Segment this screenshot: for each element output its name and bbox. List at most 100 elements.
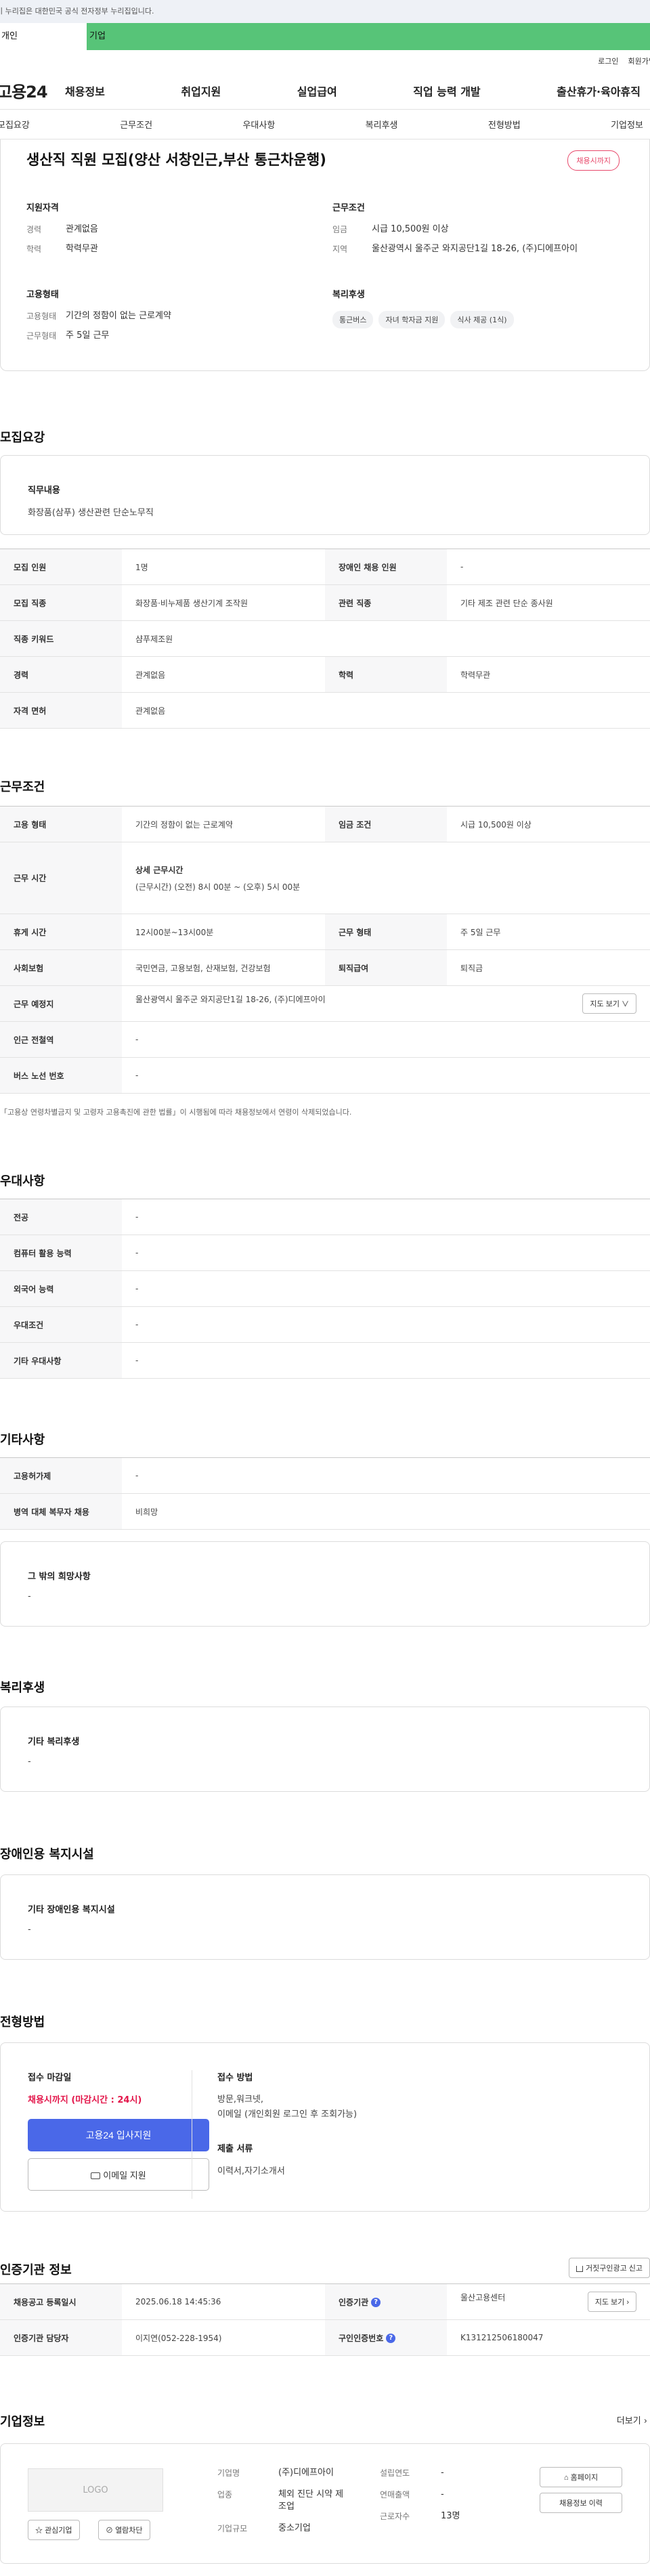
- cond-value: 울산광역시 울주군 와지공단1길 18-26, (주)디에프아이: [372, 244, 578, 254]
- false-ad-report-button[interactable]: 거짓구인광고 신고: [568, 2258, 650, 2278]
- emp-value: 기간의 정함이 없는 근로계약: [66, 311, 171, 321]
- welfare-summary-block: 복리후생 통근버스 자녀 학자금 지원 식사 제공 (1식): [332, 287, 514, 328]
- duty-box: 직무내용 화장품(삼푸) 생산관련 단순노무직: [0, 455, 650, 535]
- table-header-cell: 관련 직종: [325, 584, 447, 621]
- table-header-cell: 근무 예정지: [0, 985, 122, 1022]
- gnb-unemployment-benefit[interactable]: 실업급여: [297, 83, 337, 99]
- company-more-link[interactable]: 더보기 ›: [617, 2413, 647, 2426]
- table-cell: 퇴직금: [447, 949, 650, 986]
- homepage-button[interactable]: ⌂ 홈페이지: [540, 2467, 622, 2487]
- table-header-cell: 학력: [325, 656, 447, 693]
- conditions-block: 근무조건 임금 시급 10,500원 이상 지역 울산광역시 울주군 와지공단1길 …: [332, 200, 624, 263]
- qual-value: 학력무관: [66, 244, 98, 254]
- subnav-process[interactable]: 전형방법: [488, 118, 521, 131]
- welfare-chip: 식사 제공 (1식): [450, 311, 514, 328]
- gnb-skill-development[interactable]: 직업 능력 개발: [413, 83, 480, 99]
- tab-business[interactable]: 기업: [87, 23, 173, 50]
- docs-value: 이력서,자기소개서: [217, 2166, 285, 2176]
- welfare-box-value: -: [28, 1757, 31, 1767]
- work-location-value: 울산광역시 울주군 와지공단1길 18-26, (주)디에프아이: [135, 995, 326, 1004]
- agency-map-button[interactable]: 지도 보기 ›: [587, 2292, 636, 2312]
- cond-label: 지역: [332, 244, 348, 254]
- table-cell: 기간의 정함이 없는 근로계약: [122, 806, 325, 842]
- conditions-heading: 근무조건: [332, 203, 365, 213]
- subnav-welfare[interactable]: 복리후생: [366, 118, 398, 131]
- gnb-employment-support[interactable]: 취업지원: [181, 83, 221, 99]
- company-label: 기업규모: [217, 2524, 248, 2533]
- gnb-parental-leave[interactable]: 출산휴가·육아휴직: [557, 83, 641, 99]
- site-logo[interactable]: 고용24: [0, 79, 65, 102]
- table-header-cell: 모집 인원: [0, 549, 122, 585]
- favorite-company-button[interactable]: ☆ 관심기업: [28, 2520, 80, 2540]
- table-header-cell: 장애인 채용 인원: [325, 549, 447, 585]
- duty-heading: 직무내용: [28, 486, 60, 496]
- map-view-button[interactable]: 지도 보기 ∨: [582, 993, 636, 1014]
- help-icon[interactable]: ?: [371, 2298, 381, 2307]
- company-info-b: 설립연도 - 연매출액 - 근로자수 13명: [380, 2467, 460, 2532]
- welfare-section-title: 복리후생: [0, 1681, 45, 1695]
- table-header-cell: 외국어 능력: [0, 1270, 122, 1307]
- subnav-company[interactable]: 기업정보: [611, 118, 643, 131]
- report-label: 거짓구인광고 신고: [585, 2264, 643, 2273]
- section-subnav: 모집요강 근무조건 우대사항 복리후생 전형방법 기업정보: [0, 110, 650, 139]
- company-label: 설립연도: [380, 2468, 410, 2478]
- method-heading: 접수 방법: [217, 2073, 253, 2083]
- favorite-label: 관심기업: [45, 2527, 72, 2535]
- table-header-cell: 퇴직급여: [325, 949, 447, 986]
- subnav-work-conditions[interactable]: 근무조건: [120, 118, 152, 131]
- cond-value: 시급 10,500원 이상: [372, 224, 449, 234]
- tab-personal[interactable]: 개인: [0, 23, 87, 50]
- email-apply-button[interactable]: 이메일 지원: [28, 2158, 209, 2191]
- qualification-heading: 지원자격: [26, 203, 59, 213]
- table-cell: 울산광역시 울주군 와지공단1길 18-26, (주)디에프아이 지도 보기 ∨: [122, 985, 650, 1022]
- deadline-heading: 접수 마감일: [28, 2073, 72, 2083]
- agency-section-title: 인증기관 정보: [0, 2263, 72, 2277]
- subnav-recruit[interactable]: 모집요강: [0, 118, 30, 131]
- gnb-job-info[interactable]: 채용정보: [65, 83, 105, 99]
- emp-label: 고용형태: [26, 312, 57, 321]
- method-value: 방문,워크넷,: [217, 2095, 264, 2105]
- table-header-cell: 인증기관?: [325, 2283, 447, 2320]
- table-cell: 상세 근무시간 (근무시간) (오전) 8시 00분 ~ (오후) 5시 00분: [122, 842, 650, 914]
- work-section-title: 근무조건: [0, 780, 45, 794]
- table-row: 외국어 능력 -: [0, 1270, 650, 1307]
- table-cell: 국민연금, 고용보험, 산재보험, 건강보험: [122, 949, 325, 986]
- company-info-a: 기업명 (주)디에프아이 업종 체외 진단 시약 제조업 기업규모 중소기업: [217, 2467, 346, 2544]
- block-view-button[interactable]: ⊘ 열람차단: [98, 2520, 150, 2540]
- company-value: 체외 진단 시약 제조업: [278, 2489, 344, 2512]
- table-header-cell: 우대조건: [0, 1306, 122, 1343]
- cert-number-label: 구인인증번호: [339, 2333, 384, 2343]
- top-links: 로그인 회원가입: [0, 50, 650, 72]
- table-row: 병역 대체 복무자 채용 비희망: [0, 1493, 650, 1530]
- company-label: 연매출액: [380, 2490, 410, 2499]
- table-cell: -: [122, 1457, 650, 1494]
- table-cell: K131212506180047: [447, 2319, 650, 2356]
- apply-button[interactable]: 고용24 입사지원: [28, 2119, 209, 2151]
- table-header-cell: 구인인증번호?: [325, 2319, 447, 2356]
- qual-label: 학력: [26, 244, 42, 254]
- welfare-box: 기타 복리후생 -: [0, 1706, 650, 1792]
- table-row: 인증기관 담당자 이지연(052-228-1954) 구인인증번호? K1312…: [0, 2319, 650, 2356]
- table-cell: -: [122, 1057, 650, 1094]
- mail-icon: [91, 2172, 101, 2180]
- table-header-cell: 컴퓨터 활용 능력: [0, 1235, 122, 1271]
- qual-value: 관계없음: [66, 224, 98, 234]
- subnav-preferences[interactable]: 우대사항: [242, 118, 275, 131]
- company-value: 13명: [441, 2511, 460, 2521]
- table-cell: -: [122, 1270, 650, 1307]
- table-cell: 시급 10,500원 이상: [447, 806, 650, 842]
- company-label: 근로자수: [380, 2512, 410, 2521]
- process-section-title: 전형방법: [0, 2015, 45, 2030]
- company-box: LOGO ☆ 관심기업 ⊘ 열람차단 기업명 (주)디에프아이 업종 체외 진단 시…: [0, 2443, 650, 2564]
- welfare-box-heading: 기타 복리후생: [28, 1737, 80, 1747]
- table-row: 인근 전철역 -: [0, 1021, 650, 1058]
- help-icon[interactable]: ?: [386, 2334, 396, 2343]
- login-link[interactable]: 로그인: [598, 56, 618, 66]
- table-row: 버스 노선 번호 -: [0, 1057, 650, 1094]
- welfare-heading: 복리후생: [332, 290, 365, 300]
- table-header-cell: 고용 형태: [0, 806, 122, 842]
- signup-link[interactable]: 회원가입: [628, 56, 650, 66]
- job-history-button[interactable]: 채용정보 이력: [540, 2493, 622, 2513]
- table-cell: -: [122, 1306, 650, 1343]
- cond-label: 임금: [332, 225, 348, 234]
